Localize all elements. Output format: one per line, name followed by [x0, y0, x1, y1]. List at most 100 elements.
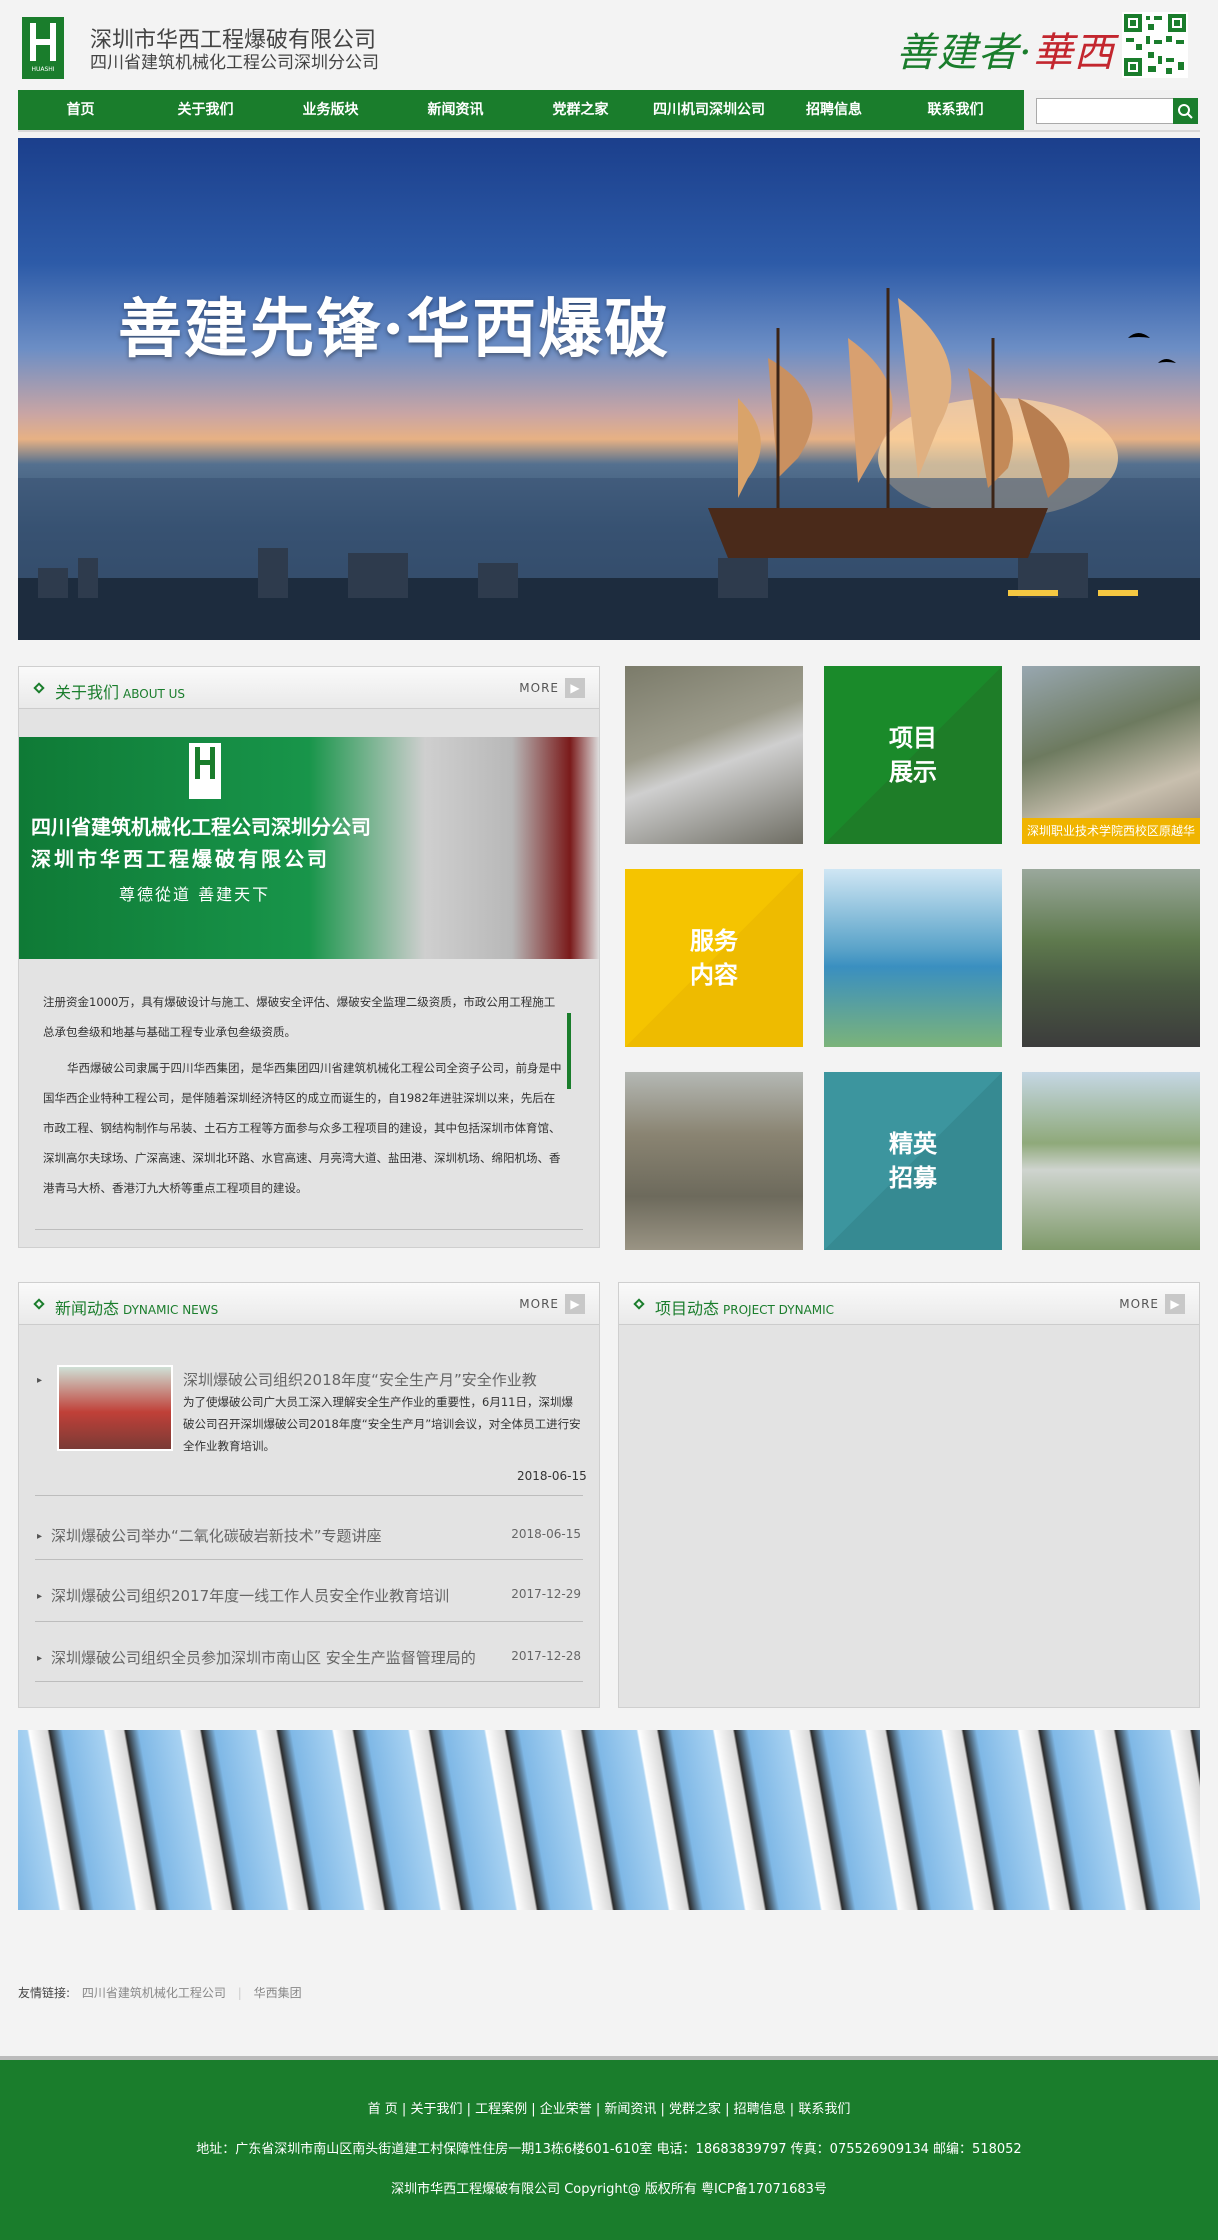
- about-panel-header: 关于我们 ABOUT US MORE ▶: [19, 667, 599, 709]
- photo-line-2: 深圳市华西工程爆破有限公司: [31, 847, 330, 871]
- nav-item-jobs[interactable]: 招聘信息: [775, 90, 893, 130]
- tile-elite-l2: 招募: [889, 1164, 937, 1192]
- news-title-en: DYNAMIC NEWS: [123, 1303, 219, 1317]
- tile-service-l2: 内容: [690, 961, 738, 989]
- project-panel: 项目动态 PROJECT DYNAMIC MORE ▶: [618, 1282, 1200, 1708]
- tile-photo-slope[interactable]: 深圳职业技术学院西校区原越华: [1022, 666, 1200, 844]
- search-input[interactable]: [1036, 98, 1174, 124]
- friend-links: 友情链接: 四川省建筑机械化工程公司 | 华西集团: [18, 1984, 302, 2001]
- friend-link[interactable]: 华西集团: [254, 1986, 302, 2000]
- tile-project-showcase[interactable]: 项目 展示: [824, 666, 1002, 844]
- about-title-en: ABOUT US: [123, 687, 186, 701]
- friend-links-label: 友情链接:: [18, 1986, 71, 2000]
- slogan-part-a: 善建者·: [896, 30, 1033, 76]
- tile-photo-tram[interactable]: [824, 869, 1002, 1047]
- about-panel: 关于我们 ABOUT US MORE ▶ 四川省建筑机械化工程公司深圳分公司 深圳…: [18, 666, 600, 1248]
- divider: [35, 1229, 583, 1230]
- about-company-photo: 四川省建筑机械化工程公司深圳分公司 深圳市华西工程爆破有限公司 尊德從道 善建天…: [19, 737, 599, 959]
- tile-project-l1: 项目: [889, 724, 937, 752]
- nav-item-contact[interactable]: 联系我们: [893, 90, 1018, 130]
- footer-address: 地址：广东省深圳市南山区南头街道建工村保障性住房一期13栋6楼601-610室 …: [196, 2142, 1022, 2157]
- about-paragraph-2: 华西爆破公司隶属于四川华西集团，是华西集团四川省建筑机械化工程公司全资子公司，前…: [43, 1061, 562, 1195]
- diamond-icon: [633, 1298, 645, 1310]
- news-list-item[interactable]: ▸ 深圳爆破公司组织全员参加深圳市南山区 安全生产监督管理局的 2017-12-…: [19, 1631, 599, 1691]
- company-subtitle: 四川省建筑机械化工程公司深圳分公司: [90, 53, 379, 73]
- search-button[interactable]: [1173, 98, 1198, 124]
- divider: [35, 1621, 583, 1622]
- project-more-link[interactable]: MORE: [1119, 1297, 1159, 1311]
- friend-link[interactable]: 四川省建筑机械化工程公司: [82, 1986, 226, 2000]
- about-title: 关于我们 ABOUT US: [55, 679, 185, 703]
- scroll-indicator[interactable]: [567, 1013, 571, 1089]
- nav-item-sichuan[interactable]: 四川机司深圳公司: [643, 90, 775, 130]
- news-item-date: 2018-06-15: [511, 1527, 581, 1541]
- divider: [35, 1495, 583, 1496]
- footer-nav[interactable]: 首 页 | 关于我们 | 工程案例 | 企业荣誉 | 新闻资讯 | 党群之家 |…: [0, 2098, 1218, 2117]
- company-logo[interactable]: HUASHI: [22, 17, 64, 79]
- news-item-title[interactable]: 深圳爆破公司组织全员参加深圳市南山区 安全生产监督管理局的: [51, 1647, 476, 1668]
- news-title-cn: 新闻动态: [55, 1299, 120, 1318]
- hero-banner: 善建先锋·华西爆破: [18, 138, 1200, 640]
- bullet-icon: ▸: [37, 1531, 43, 1542]
- nav-item-party[interactable]: 党群之家: [518, 90, 643, 130]
- news-more-link[interactable]: MORE: [519, 1297, 559, 1311]
- tile-service-content[interactable]: 服务 内容: [625, 869, 803, 1047]
- divider: [35, 1681, 583, 1682]
- news-featured-date: 2018-06-15: [517, 1469, 587, 1483]
- chevron-right-icon[interactable]: ▶: [1165, 1294, 1185, 1314]
- news-panel: 新闻动态 DYNAMIC NEWS MORE ▶ ▸ 深圳爆破公司组织2018年度…: [18, 1282, 600, 1708]
- photo-line-1: 四川省建筑机械化工程公司深圳分公司: [31, 815, 371, 839]
- nav-item-about[interactable]: 关于我们: [143, 90, 268, 130]
- ship-illustration: [18, 288, 1200, 640]
- diamond-icon: [33, 1298, 45, 1310]
- tile-photo-hillside[interactable]: [625, 1072, 803, 1250]
- news-title: 新闻动态 DYNAMIC NEWS: [55, 1295, 218, 1319]
- logo-text: HUASHI: [31, 66, 55, 73]
- news-item-title[interactable]: 深圳爆破公司举办“二氧化碳破岩新技术”专题讲座: [51, 1525, 382, 1546]
- qr-code-icon: [1122, 12, 1188, 78]
- diamond-icon: [33, 682, 45, 694]
- header: HUASHI 深圳市华西工程爆破有限公司 四川省建筑机械化工程公司深圳分公司 善…: [0, 0, 1218, 90]
- about-title-cn: 关于我们: [55, 683, 120, 702]
- about-description: 注册资金1000万，具有爆破设计与施工、爆破安全评估、爆破安全监理二级资质，市政…: [43, 987, 563, 1209]
- bullet-icon: ▸: [37, 1653, 43, 1664]
- chevron-right-icon[interactable]: ▶: [565, 678, 585, 698]
- bullet-icon: ▸: [37, 1375, 43, 1386]
- footer: 首 页 | 关于我们 | 工程案例 | 企业荣誉 | 新闻资讯 | 党群之家 |…: [0, 2056, 1218, 2240]
- search-icon: [1178, 104, 1193, 119]
- bullet-icon: ▸: [37, 1591, 43, 1602]
- news-featured-thumbnail[interactable]: [57, 1365, 173, 1451]
- news-item-title[interactable]: 深圳爆破公司组织2017年度一线工作人员安全作业教育培训: [51, 1585, 449, 1606]
- banner-title: 善建先锋·华西爆破: [118, 292, 671, 367]
- tile-caption: 深圳职业技术学院西校区原越华: [1022, 818, 1200, 844]
- tile-elite-l1: 精英: [889, 1130, 937, 1158]
- news-list-item[interactable]: ▸ 深圳爆破公司组织2017年度一线工作人员安全作业教育培训 2017-12-2…: [19, 1569, 599, 1629]
- project-title-cn: 项目动态: [655, 1299, 720, 1318]
- tile-photo-airport[interactable]: [1022, 1072, 1200, 1250]
- tile-photo-quarry[interactable]: [625, 666, 803, 844]
- header-slogan: 善建者·華西: [896, 20, 1115, 78]
- chevron-right-icon[interactable]: ▶: [565, 1294, 585, 1314]
- link-separator: |: [237, 1986, 242, 2000]
- main-nav: 首页 关于我们 业务版块 新闻资讯 党群之家 四川机司深圳公司 招聘信息 联系我…: [18, 90, 1200, 132]
- tile-elite-recruit[interactable]: 精英 招募: [824, 1072, 1002, 1250]
- about-more-link[interactable]: MORE: [519, 681, 559, 695]
- nav-item-home[interactable]: 首页: [18, 90, 143, 130]
- news-featured-description: 为了使爆破公司广大员工深入理解安全生产作业的重要性，6月11日，深圳爆破公司召开…: [183, 1395, 581, 1453]
- building-facade-banner: [18, 1730, 1200, 1910]
- nav-bar: 首页 关于我们 业务版块 新闻资讯 党群之家 四川机司深圳公司 招聘信息 联系我…: [18, 90, 1024, 130]
- tile-project-l2: 展示: [889, 758, 937, 786]
- project-title: 项目动态 PROJECT DYNAMIC: [655, 1295, 834, 1319]
- news-list-item[interactable]: ▸ 深圳爆破公司举办“二氧化碳破岩新技术”专题讲座 2018-06-15: [19, 1509, 599, 1569]
- nav-item-business[interactable]: 业务版块: [268, 90, 393, 130]
- project-title-en: PROJECT DYNAMIC: [723, 1303, 835, 1317]
- project-panel-header: 项目动态 PROJECT DYNAMIC MORE ▶: [619, 1283, 1199, 1325]
- news-featured-title[interactable]: 深圳爆破公司组织2018年度“安全生产月”安全作业教: [183, 1369, 537, 1390]
- nav-item-news[interactable]: 新闻资讯: [393, 90, 518, 130]
- divider: [35, 1559, 583, 1560]
- news-item-date: 2017-12-28: [511, 1649, 581, 1663]
- news-item-date: 2017-12-29: [511, 1587, 581, 1601]
- tile-photo-tunnel[interactable]: [1022, 869, 1200, 1047]
- footer-copyright: 深圳市华西工程爆破有限公司 Copyright@ 版权所有 粤ICP备17071…: [391, 2182, 827, 2197]
- tile-service-l1: 服务: [690, 927, 738, 955]
